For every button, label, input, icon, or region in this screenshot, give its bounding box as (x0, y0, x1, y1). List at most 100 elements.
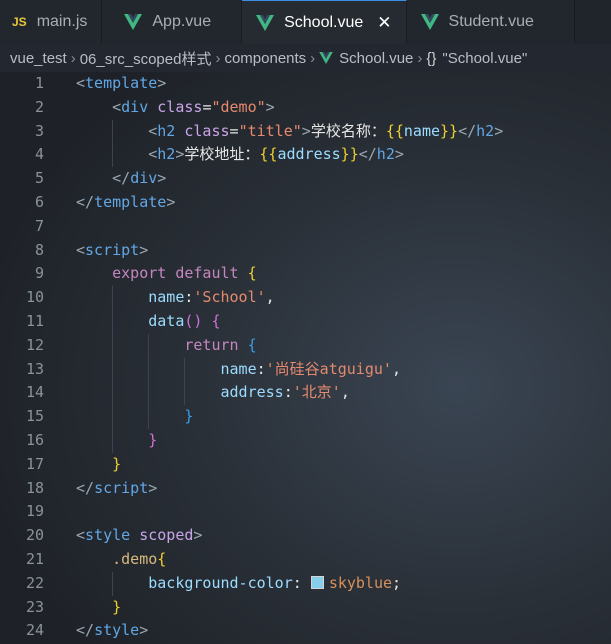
token: < (76, 526, 86, 545)
token: background-color (148, 573, 293, 592)
code-line: 8 <script> (0, 239, 611, 263)
token: : (292, 573, 302, 592)
token: </ (112, 169, 131, 188)
code-line: 1 <template> (0, 72, 611, 96)
token: } (148, 430, 158, 449)
line-number: 1 (34, 74, 44, 92)
token: : (283, 383, 293, 402)
line-number: 12 (25, 335, 44, 354)
breadcrumb-item[interactable]: vue_test (10, 50, 67, 67)
token: ; (392, 573, 402, 592)
token: > (139, 621, 149, 640)
tab-app-vue[interactable]: App.vue (102, 0, 243, 44)
breadcrumb-item[interactable]: components (224, 50, 306, 67)
token: }} (340, 145, 359, 164)
token: template (85, 74, 158, 92)
token: script (85, 240, 140, 259)
vue-icon (256, 14, 275, 31)
tab-label: Student.vue (448, 13, 534, 30)
code-line: 2 <div class="demo"> (0, 96, 611, 120)
code-line: 10 name:'School', (0, 286, 611, 310)
breadcrumb-item[interactable]: "School.vue" (442, 50, 527, 67)
braces-icon: {} (426, 49, 437, 67)
token: </ (358, 145, 377, 164)
code-area[interactable]: 1 <template> 2 <div class="demo"> 3 <h2 … (0, 72, 611, 644)
code-editor: JS main.js App.vue School.vue ✕ Student.… (0, 0, 611, 644)
token: { (157, 549, 167, 568)
line-number: 8 (34, 240, 44, 259)
token: , (391, 359, 401, 378)
token: > (166, 192, 176, 211)
code-line: 3 <h2 class="title">学校名称：{{name}}</h2> (0, 119, 611, 144)
line-number: 18 (25, 478, 44, 497)
chevron-right-icon: › (417, 49, 423, 67)
line-number: 4 (34, 145, 44, 164)
token: class (184, 121, 230, 140)
token: > (265, 97, 275, 116)
color-swatch-icon[interactable] (310, 575, 324, 589)
js-icon: JS (12, 15, 27, 29)
token: "demo" (211, 97, 266, 116)
line-number: 11 (25, 311, 44, 330)
token: "title" (238, 121, 302, 140)
token: export (112, 264, 167, 283)
chevron-right-icon: › (310, 49, 316, 67)
line-number: 3 (34, 121, 44, 140)
line-number: 15 (25, 407, 44, 426)
code-line: 18 </script> (0, 477, 611, 501)
token: '北京' (292, 383, 341, 402)
token: </ (76, 478, 95, 497)
token: style (94, 621, 140, 640)
code-line: 15 } (0, 405, 611, 429)
token: > (494, 121, 504, 140)
code-line: 5 </div> (0, 167, 611, 191)
token: scoped (139, 526, 194, 545)
token: > (148, 478, 158, 497)
token: < (76, 240, 86, 259)
line-number: 10 (25, 288, 44, 307)
tab-main-js[interactable]: JS main.js (0, 0, 103, 44)
code-line: 7 (0, 215, 611, 239)
tab-bar: JS main.js App.vue School.vue ✕ Student.… (0, 0, 611, 44)
line-number: 5 (34, 169, 44, 188)
token: > (139, 240, 149, 259)
token: </ (76, 621, 95, 640)
code-line: 23 } (0, 596, 611, 620)
token: = (229, 121, 239, 140)
code-line: 6 </template> (0, 191, 611, 215)
tab-school-vue[interactable]: School.vue ✕ (242, 0, 407, 44)
line-number: 6 (34, 192, 44, 211)
code-line: 13 name:'尚硅谷atguigu', (0, 357, 611, 382)
token: h2 (376, 145, 395, 164)
token: name (403, 121, 441, 140)
token: data (148, 311, 185, 330)
token: { (211, 311, 221, 330)
tab-student-vue[interactable]: Student.vue (406, 0, 575, 44)
breadcrumb-item[interactable]: 06_src_scoped样式 (80, 48, 212, 69)
token: , (265, 288, 275, 307)
code-line: 14 address:'北京', (0, 381, 611, 406)
token: h2 (157, 121, 176, 140)
line-number: 16 (25, 430, 44, 449)
token: {{ (259, 145, 278, 164)
token: </ (458, 121, 477, 140)
code-line: 11 data() { (0, 309, 611, 334)
token: > (157, 169, 167, 188)
breadcrumb: vue_test › 06_src_scoped样式 › components … (0, 44, 611, 72)
token: div (130, 169, 158, 188)
close-icon[interactable]: ✕ (377, 13, 391, 33)
vue-icon (420, 14, 439, 30)
breadcrumb-item[interactable]: School.vue (339, 50, 413, 67)
token: 学校名称： (310, 121, 386, 140)
token: class (157, 97, 203, 116)
token: > (193, 526, 203, 545)
tab-label: App.vue (152, 13, 212, 30)
token: > (157, 74, 167, 92)
token: }} (440, 121, 459, 140)
token: { (247, 335, 257, 354)
